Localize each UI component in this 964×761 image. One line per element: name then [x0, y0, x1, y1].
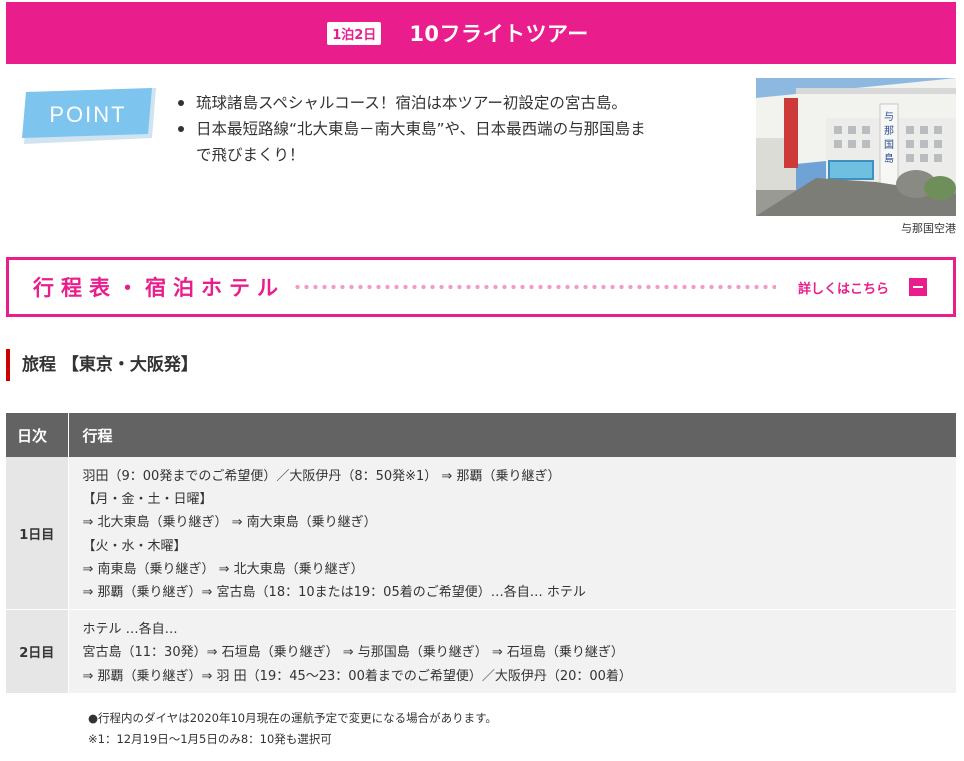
- itinerary-hotel-toggle[interactable]: 行程表・宿泊ホテル 詳しくはこちら: [6, 257, 956, 317]
- point-label-icon: POINT: [22, 88, 156, 144]
- schedule-line: 宮古島（11：30発）⇒ 石垣島（乗り継ぎ） ⇒ 与那国島（乗り継ぎ） ⇒ 石垣…: [82, 645, 624, 661]
- collapse-minus-icon[interactable]: [909, 278, 927, 296]
- airport-sign-char-4: 島: [884, 152, 894, 165]
- photo-caption: 与那国空港: [901, 222, 956, 235]
- airport-sign-char-2: 那: [884, 125, 894, 137]
- schedule-line: 【月・金・土・日曜】: [82, 492, 213, 508]
- point-logo-text: POINT: [49, 102, 126, 127]
- schedule-line: ⇒ 北大東島（乗り継ぎ） ⇒ 南大東島（乗り継ぎ）: [82, 515, 377, 531]
- header-schedule: 行程: [68, 413, 956, 457]
- itinerary-section-heading: 旅程 【東京・大阪発】: [6, 349, 198, 381]
- point-bullet-2: 日本最短路線“北大東島－南大東島”や、日本最西端の与那国島ま で飛びまくり！: [172, 116, 732, 168]
- airport-sign-char-3: 国: [884, 139, 894, 151]
- tour-header-bar: 1泊2日 10フライトツアー: [6, 2, 956, 64]
- schedule-cell: 羽田（9：00発までのご希望便）／大阪伊丹（8：50発※1） ⇒ 那覇（乗り継ぎ…: [68, 457, 956, 610]
- schedule-line: ⇒ 南東島（乗り継ぎ） ⇒ 北大東島（乗り継ぎ）: [82, 561, 364, 577]
- table-row: 2日目 ホテル …各自… 宮古島（11：30発）⇒ 石垣島（乗り継ぎ） ⇒ 与那…: [6, 609, 956, 693]
- dotted-divider: [293, 283, 776, 291]
- schedule-cell: ホテル …各自… 宮古島（11：30発）⇒ 石垣島（乗り継ぎ） ⇒ 与那国島（乗…: [68, 609, 956, 693]
- details-link[interactable]: 詳しくはこちら: [798, 278, 889, 297]
- duration-badge: 1泊2日: [327, 21, 382, 45]
- schedule-line: ⇒ 那覇（乗り継ぎ）⇒ 宮古島（18：10または19：05着のご希望便）…各自……: [82, 585, 586, 601]
- day-label: 2日目: [6, 609, 69, 693]
- airport-sign-char-1: 与: [884, 111, 894, 123]
- schedule-line: 【火・水・木曜】: [82, 538, 187, 554]
- note-alternate-departure: ※1：12月19日～1月5日のみ8：10発も選択可: [88, 732, 332, 746]
- schedule-line: ⇒ 那覇（乗り継ぎ）⇒ 羽 田（19：45～23：00着までのご希望便）／大阪伊…: [82, 668, 632, 684]
- tour-title: 10フライトツアー: [409, 22, 589, 46]
- itinerary-table: 日次 行程 1日目 羽田（9：00発までのご希望便）／大阪伊丹（8：50発※1）…: [6, 413, 956, 693]
- point-bullet-1: 琉球諸島スペシャルコース！宿泊は本ツアー初設定の宮古島。: [172, 90, 732, 116]
- toggle-title: 行程表・宿泊ホテル: [33, 276, 285, 300]
- point-bullet-list: 琉球諸島スペシャルコース！宿泊は本ツアー初設定の宮古島。 日本最短路線“北大東島…: [172, 90, 732, 168]
- header-day: 日次: [6, 413, 69, 457]
- footnotes: ●行程内のダイヤは2020年10月現在の運航予定で変更になる場合があります。 ※…: [88, 708, 497, 750]
- table-row: 1日目 羽田（9：00発までのご希望便）／大阪伊丹（8：50発※1） ⇒ 那覇（…: [6, 457, 956, 610]
- schedule-line: 羽田（9：00発までのご希望便）／大阪伊丹（8：50発※1） ⇒ 那覇（乗り継ぎ…: [82, 469, 561, 484]
- airport-photo: 与 那 国 島: [756, 78, 956, 216]
- day-label: 1日目: [6, 457, 69, 610]
- table-header-row: 日次 行程: [6, 413, 956, 457]
- schedule-line: ホテル …各自…: [82, 622, 178, 638]
- note-schedule-change: ●行程内のダイヤは2020年10月現在の運航予定で変更になる場合があります。: [88, 711, 497, 725]
